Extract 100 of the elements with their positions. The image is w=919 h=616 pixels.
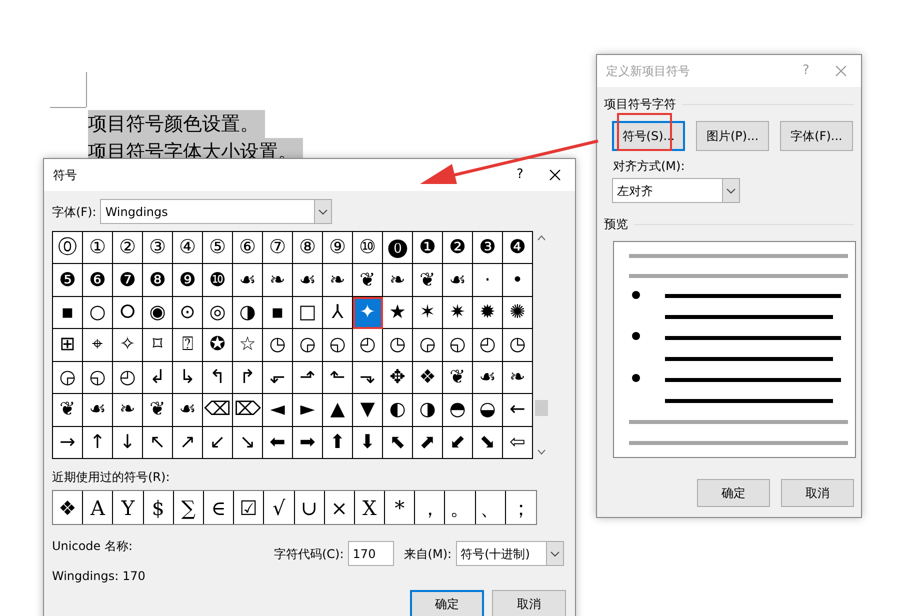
symbol-cell[interactable]: ❖ bbox=[413, 362, 443, 394]
recent-symbol-cell[interactable]: ， bbox=[415, 491, 446, 524]
symbol-cell[interactable]: ④ bbox=[173, 232, 203, 264]
symbol-cell[interactable]: ⌖ bbox=[83, 329, 113, 362]
recent-symbol-cell[interactable]: × bbox=[324, 491, 355, 524]
symbol-cell[interactable]: ❧ bbox=[113, 394, 143, 427]
symbol-cell[interactable]: ◑ bbox=[233, 296, 263, 330]
symbol-cell[interactable]: ❦ bbox=[413, 264, 443, 297]
dialog-button[interactable]: 字体(F)... bbox=[780, 121, 853, 151]
code-field[interactable]: 170 bbox=[348, 541, 394, 566]
font-dropdown[interactable]: Wingdings bbox=[100, 199, 332, 224]
symbol-cell[interactable]: ❷ bbox=[443, 232, 473, 264]
symbol-cell[interactable]: ◄ bbox=[263, 394, 293, 427]
symbol-cell[interactable]: ✹ bbox=[473, 296, 503, 330]
symbol-cell[interactable]: ▼ bbox=[353, 394, 383, 427]
from-dropdown[interactable]: 符号(十进制) bbox=[456, 541, 564, 566]
symbol-cell[interactable]: ◵ bbox=[323, 329, 353, 362]
symbol-cell[interactable]: ⌑ bbox=[143, 329, 173, 362]
recent-symbol-cell[interactable]: √ bbox=[264, 491, 294, 524]
symbol-cell[interactable]: ❿ bbox=[203, 264, 233, 297]
symbol-cell[interactable]: ◴ bbox=[473, 329, 503, 362]
recent-symbol-cell[interactable]: ∪ bbox=[294, 491, 325, 524]
symbol-cell[interactable]: ⑨ bbox=[323, 232, 353, 264]
symbol-cell[interactable]: ❶ bbox=[413, 232, 443, 264]
symbol-cell[interactable]: ⑥ bbox=[233, 232, 263, 264]
symbol-cell[interactable]: ❼ bbox=[113, 264, 143, 297]
symbol-cell[interactable]: ⅄ bbox=[323, 296, 353, 330]
symbol-cell[interactable]: ☙ bbox=[233, 264, 263, 297]
symbol-cell[interactable]: ▪ bbox=[263, 296, 293, 330]
symbol-cell[interactable]: ◎ bbox=[203, 296, 233, 330]
symbol-cell[interactable]: ⬆ bbox=[323, 426, 353, 459]
symbol-cell[interactable]: ○ bbox=[83, 296, 113, 330]
symbol-cell[interactable]: ☙ bbox=[293, 264, 323, 297]
symbol-cell[interactable]: ☙ bbox=[473, 362, 503, 394]
symbol-cell[interactable]: ⓿ bbox=[383, 232, 413, 264]
symbol-cell[interactable]: ◵ bbox=[443, 329, 473, 362]
symbol-cell[interactable]: ➡ bbox=[293, 426, 323, 459]
recent-symbol-cell[interactable]: ❖ bbox=[53, 491, 84, 524]
symbol-cell[interactable]: ⌦ bbox=[233, 394, 263, 427]
symbol-cell[interactable]: ▲ bbox=[323, 394, 353, 427]
symbol-cell[interactable]: ❻ bbox=[83, 264, 113, 297]
symbol-cell[interactable]: ⑦ bbox=[263, 232, 293, 264]
symbol-cell[interactable]: ⬅ bbox=[263, 426, 293, 459]
recent-symbol-cell[interactable]: 、 bbox=[476, 491, 506, 524]
symbol-cell[interactable]: ① bbox=[83, 232, 113, 264]
symbol-cell[interactable]: ☙ bbox=[83, 394, 113, 427]
symbol-cell[interactable]: ❧ bbox=[323, 264, 353, 297]
symbol-cell[interactable]: ☙ bbox=[173, 394, 203, 427]
symbol-cell[interactable]: ❦ bbox=[353, 264, 383, 297]
symbol-cell[interactable]: · bbox=[473, 264, 503, 297]
symbol-cell[interactable]: ⬑ bbox=[323, 362, 353, 394]
symbol-cell[interactable]: ↲ bbox=[143, 362, 173, 394]
symbol-cell[interactable]: ❦ bbox=[53, 394, 83, 427]
symbol-cell[interactable]: ⭘ bbox=[113, 296, 143, 330]
symbol-cell[interactable]: ⇦ bbox=[503, 426, 533, 459]
symbol-cell[interactable]: ↓ bbox=[113, 426, 143, 459]
symbol-cell[interactable]: ⬋ bbox=[443, 426, 473, 459]
symbol-cell[interactable]: ⌫ bbox=[203, 394, 233, 427]
symbol-cell[interactable]: ⬏ bbox=[293, 362, 323, 394]
symbol-cell[interactable]: ↖ bbox=[143, 426, 173, 459]
dialog-button[interactable]: 确定 bbox=[697, 479, 770, 507]
symbol-cell[interactable]: ❽ bbox=[143, 264, 173, 297]
dialog-button[interactable]: 图片(P)... bbox=[696, 121, 769, 151]
symbol-cell[interactable]: ◵ bbox=[83, 362, 113, 394]
dialog-button[interactable]: 取消 bbox=[492, 590, 566, 616]
help-button[interactable]: ? bbox=[507, 165, 533, 185]
symbol-cell[interactable]: ◓ bbox=[443, 394, 473, 427]
symbol-cell[interactable]: ◒ bbox=[473, 394, 503, 427]
symbol-cell[interactable]: ⬈ bbox=[413, 426, 443, 459]
symbol-cell[interactable]: ↗ bbox=[173, 426, 203, 459]
symbol-cell[interactable]: ② bbox=[113, 232, 143, 264]
symbol-cell[interactable]: ⬊ bbox=[473, 426, 503, 459]
recent-symbol-cell[interactable]: ； bbox=[506, 491, 536, 524]
symbol-cell[interactable]: ⊞ bbox=[53, 329, 83, 362]
recent-symbol-cell[interactable]: 。 bbox=[445, 491, 476, 524]
symbol-cell[interactable]: ◶ bbox=[53, 362, 83, 394]
symbol-cell[interactable]: ✦ bbox=[353, 296, 383, 330]
symbol-cell[interactable]: ⬎ bbox=[353, 362, 383, 394]
symbol-cell[interactable]: ◑ bbox=[413, 394, 443, 427]
symbol-cell[interactable]: ⊙ bbox=[173, 296, 203, 330]
recent-symbol-cell[interactable]: ∈ bbox=[204, 491, 234, 524]
symbol-cell[interactable]: ✥ bbox=[383, 362, 413, 394]
recent-symbol-cell[interactable]: Y bbox=[113, 491, 144, 524]
symbol-cell[interactable]: ▪ bbox=[53, 296, 83, 330]
symbol-cell[interactable]: ✧ bbox=[113, 329, 143, 362]
symbol-cell[interactable]: ↑ bbox=[83, 426, 113, 459]
dialog-button[interactable]: 确定 bbox=[410, 590, 484, 616]
symbol-cell[interactable]: ↰ bbox=[203, 362, 233, 394]
symbol-cell[interactable]: ❦ bbox=[443, 362, 473, 394]
symbol-cell[interactable]: ❧ bbox=[503, 362, 533, 394]
symbol-cell[interactable]: ↳ bbox=[173, 362, 203, 394]
recent-symbol-cell[interactable]: ∑ bbox=[174, 491, 204, 524]
symbol-cell[interactable]: ◷ bbox=[263, 329, 293, 362]
symbol-cell[interactable]: ❸ bbox=[473, 232, 503, 264]
symbol-cell[interactable]: ⓪ bbox=[53, 232, 83, 264]
symbol-cell[interactable]: ③ bbox=[143, 232, 173, 264]
symbol-cell[interactable]: ❾ bbox=[173, 264, 203, 297]
recent-symbol-cell[interactable]: $ bbox=[144, 491, 174, 524]
symbol-cell[interactable]: ⑩ bbox=[353, 232, 383, 264]
symbol-cell[interactable]: ◴ bbox=[353, 329, 383, 362]
